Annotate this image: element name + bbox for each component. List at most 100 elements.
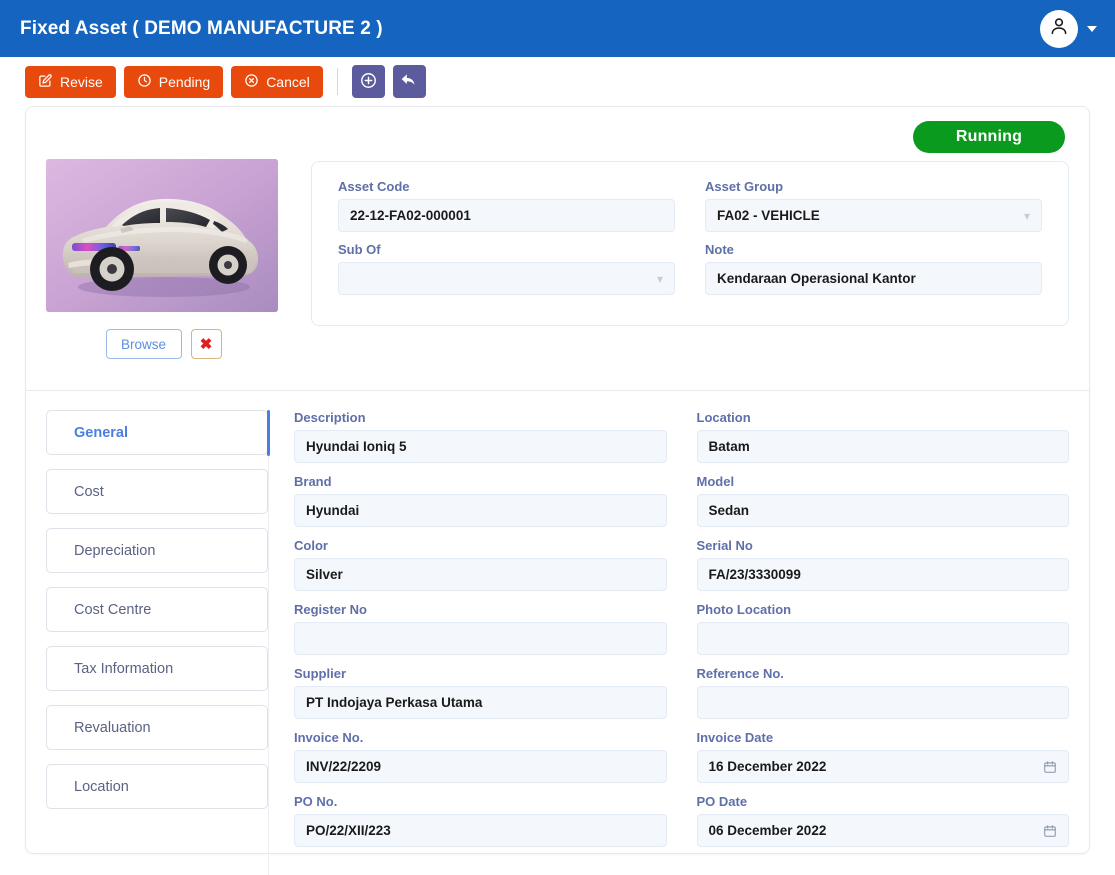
invoice-no-input[interactable]: INV/22/2209	[294, 750, 667, 783]
tab-rail	[268, 410, 269, 875]
plus-circle-icon	[359, 71, 378, 93]
delete-photo-button[interactable]: ✖	[190, 329, 222, 359]
supplier-input[interactable]: PT Indojaya Perkasa Utama	[294, 686, 667, 719]
register-no-input[interactable]	[294, 622, 667, 655]
sub-of-select[interactable]: ▾	[338, 262, 675, 295]
asset-code-input[interactable]: 22-12-FA02-000001	[338, 199, 675, 232]
field-value: Silver	[306, 567, 343, 582]
color-input[interactable]: Silver	[294, 558, 667, 591]
field-label: Description	[294, 410, 366, 425]
tab-cost[interactable]: Cost	[46, 469, 268, 514]
field-note: Note Kendaraan Operasional Kantor	[705, 242, 1042, 295]
general-tab-panel: Description Hyundai Ioniq 5 Location Bat…	[268, 410, 1069, 856]
field-value: Kendaraan Operasional Kantor	[717, 271, 916, 286]
tab-label: Tax Information	[74, 660, 174, 677]
field-label: Model	[696, 474, 735, 489]
section-divider	[26, 390, 1089, 391]
cancel-button[interactable]: Cancel	[231, 65, 323, 98]
tab-location[interactable]: Location	[46, 764, 268, 809]
serial-no-input[interactable]: FA/23/3330099	[696, 558, 1069, 591]
invoice-date-input[interactable]: 16 December 2022	[696, 750, 1069, 783]
pending-button-label: Pending	[158, 73, 211, 90]
calendar-icon[interactable]	[1043, 760, 1057, 774]
field-value: Batam	[708, 439, 750, 454]
tab-revaluation[interactable]: Revaluation	[46, 705, 268, 750]
field-label: Brand	[294, 474, 332, 489]
tab-label: General	[74, 424, 128, 441]
field-value: 06 December 2022	[708, 823, 827, 838]
field-label: Sub Of	[338, 242, 381, 257]
field-label: Register No	[294, 602, 367, 617]
field-reference-no: Reference No.	[696, 666, 1069, 719]
brand-input[interactable]: Hyundai	[294, 494, 667, 527]
user-menu[interactable]	[1040, 9, 1097, 48]
field-asset-group: Asset Group FA02 - VEHICLE ▾	[705, 179, 1042, 232]
asset-summary-section: Browse ✖ Asset Code 22-12-FA02-000001 As…	[46, 159, 1069, 359]
asset-photo-column: Browse ✖	[46, 159, 281, 359]
model-input[interactable]: Sedan	[696, 494, 1069, 527]
asset-group-select[interactable]: FA02 - VEHICLE ▾	[705, 199, 1042, 232]
photo-location-input[interactable]	[696, 622, 1069, 655]
note-input[interactable]: Kendaraan Operasional Kantor	[705, 262, 1042, 295]
pending-button[interactable]: Pending	[123, 65, 224, 98]
clock-icon	[137, 73, 152, 91]
field-value: Hyundai Ioniq 5	[306, 439, 407, 454]
field-label: Asset Group	[705, 179, 784, 194]
field-value: FA02 - VEHICLE	[717, 208, 820, 223]
field-label: Supplier	[294, 666, 347, 681]
back-button[interactable]	[392, 65, 426, 98]
field-label: Serial No	[696, 538, 753, 553]
tab-depreciation[interactable]: Depreciation	[46, 528, 268, 573]
chevron-down-icon: ▾	[1023, 208, 1030, 223]
po-no-input[interactable]: PO/22/XII/223	[294, 814, 667, 847]
status-row: Running	[46, 121, 1069, 153]
field-po-date: PO Date 06 December 2022	[696, 794, 1069, 847]
po-date-input[interactable]: 06 December 2022	[696, 814, 1069, 847]
general-fields-grid: Description Hyundai Ioniq 5 Location Bat…	[294, 410, 1069, 856]
field-model: Model Sedan	[696, 474, 1069, 527]
user-icon	[1048, 15, 1070, 42]
field-description: Description Hyundai Ioniq 5	[294, 410, 667, 463]
field-value: Hyundai	[306, 503, 360, 518]
tab-label: Cost	[74, 483, 104, 500]
tab-tax-information[interactable]: Tax Information	[46, 646, 268, 691]
location-input[interactable]: Batam	[696, 430, 1069, 463]
field-label: Note	[705, 242, 734, 257]
back-arrow-icon	[399, 70, 419, 93]
field-label: Photo Location	[696, 602, 792, 617]
calendar-icon[interactable]	[1043, 824, 1057, 838]
tab-label: Cost Centre	[74, 601, 152, 618]
field-value: Sedan	[708, 503, 750, 518]
tab-list: General Cost Depreciation Cost Centre Ta…	[46, 410, 270, 875]
field-value: FA/23/3330099	[708, 567, 801, 582]
field-label: Reference No.	[696, 666, 784, 681]
field-po-no: PO No. PO/22/XII/223	[294, 794, 667, 847]
asset-photo	[46, 159, 278, 312]
field-label: Asset Code	[338, 179, 410, 194]
field-location: Location Batam	[696, 410, 1069, 463]
browse-button[interactable]: Browse	[105, 329, 182, 359]
revise-button-label: Revise	[60, 73, 103, 90]
circle-x-icon	[244, 73, 259, 91]
tab-cost-centre[interactable]: Cost Centre	[46, 587, 268, 632]
tab-general[interactable]: General	[46, 410, 268, 455]
revise-button[interactable]: Revise	[25, 65, 116, 98]
field-label: PO No.	[294, 794, 338, 809]
photo-actions: Browse ✖	[46, 329, 281, 359]
caret-down-icon[interactable]	[1087, 25, 1097, 32]
cancel-button-label: Cancel	[266, 73, 310, 90]
field-label: Color	[294, 538, 328, 553]
add-button[interactable]	[351, 65, 385, 98]
field-color: Color Silver	[294, 538, 667, 591]
asset-info-panel: Asset Code 22-12-FA02-000001 Asset Group…	[311, 161, 1069, 326]
field-label: Location	[696, 410, 751, 425]
field-value: PT Indojaya Perkasa Utama	[306, 695, 483, 710]
field-value: PO/22/XII/223	[306, 823, 391, 838]
avatar[interactable]	[1040, 9, 1078, 48]
tab-label: Revaluation	[74, 719, 151, 736]
description-input[interactable]: Hyundai Ioniq 5	[294, 430, 667, 463]
asset-info-grid: Asset Code 22-12-FA02-000001 Asset Group…	[338, 179, 1042, 303]
reference-no-input[interactable]	[696, 686, 1069, 719]
field-invoice-no: Invoice No. INV/22/2209	[294, 730, 667, 783]
field-sub-of: Sub Of ▾	[338, 242, 675, 295]
